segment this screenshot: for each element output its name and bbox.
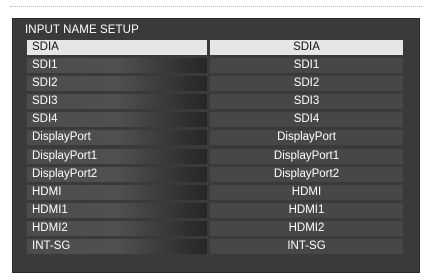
input-name-label: HDMI2 bbox=[27, 220, 207, 236]
input-row[interactable]: HDMI2 HDMI2 bbox=[27, 220, 403, 238]
input-row[interactable]: SDIA SDIA bbox=[27, 39, 403, 57]
input-name-value[interactable]: DisplayPort bbox=[210, 130, 403, 146]
input-row[interactable]: SDI1 SDI1 bbox=[27, 57, 403, 75]
input-name-setup-panel: INPUT NAME SETUP SDIA SDIA SDI1 SDI1 SDI… bbox=[12, 18, 420, 273]
input-name-label: SDI1 bbox=[27, 58, 207, 74]
input-name-value[interactable]: DisplayPort1 bbox=[210, 148, 403, 164]
input-row[interactable]: SDI4 SDI4 bbox=[27, 111, 403, 129]
input-row[interactable]: HDMI HDMI bbox=[27, 184, 403, 202]
input-name-label: HDMI bbox=[27, 184, 207, 200]
input-name-label: DisplayPort1 bbox=[27, 148, 207, 164]
input-name-value[interactable]: HDMI1 bbox=[210, 202, 403, 218]
input-name-list: SDIA SDIA SDI1 SDI1 SDI2 SDI2 SDI3 SDI3 … bbox=[27, 39, 403, 256]
input-row[interactable]: INT-SG INT-SG bbox=[27, 238, 403, 256]
input-name-value[interactable]: HDMI bbox=[210, 184, 403, 200]
input-row[interactable]: SDI3 SDI3 bbox=[27, 93, 403, 111]
input-name-value[interactable]: SDI2 bbox=[210, 76, 403, 92]
top-strip bbox=[0, 0, 432, 18]
input-name-label: DisplayPort2 bbox=[27, 166, 207, 182]
input-row[interactable]: SDI2 SDI2 bbox=[27, 75, 403, 93]
input-name-value[interactable]: SDI4 bbox=[210, 112, 403, 128]
input-name-value[interactable]: DisplayPort2 bbox=[210, 166, 403, 182]
input-row[interactable]: HDMI1 HDMI1 bbox=[27, 202, 403, 220]
dotted-divider bbox=[10, 0, 422, 7]
input-name-label: HDMI1 bbox=[27, 202, 207, 218]
input-name-value[interactable]: SDIA bbox=[210, 40, 403, 55]
input-name-label: DisplayPort bbox=[27, 130, 207, 146]
input-row[interactable]: DisplayPort DisplayPort bbox=[27, 129, 403, 147]
input-name-label: INT-SG bbox=[27, 239, 207, 255]
input-name-label: SDI3 bbox=[27, 94, 207, 110]
input-name-value[interactable]: HDMI2 bbox=[210, 220, 403, 236]
input-name-value[interactable]: INT-SG bbox=[210, 239, 403, 255]
input-row[interactable]: DisplayPort2 DisplayPort2 bbox=[27, 166, 403, 184]
input-name-label: SDIA bbox=[27, 40, 207, 55]
input-name-label: SDI2 bbox=[27, 76, 207, 92]
input-name-value[interactable]: SDI1 bbox=[210, 58, 403, 74]
input-name-value[interactable]: SDI3 bbox=[210, 94, 403, 110]
input-name-label: SDI4 bbox=[27, 112, 207, 128]
input-row[interactable]: DisplayPort1 DisplayPort1 bbox=[27, 148, 403, 166]
panel-title: INPUT NAME SETUP bbox=[25, 24, 139, 36]
